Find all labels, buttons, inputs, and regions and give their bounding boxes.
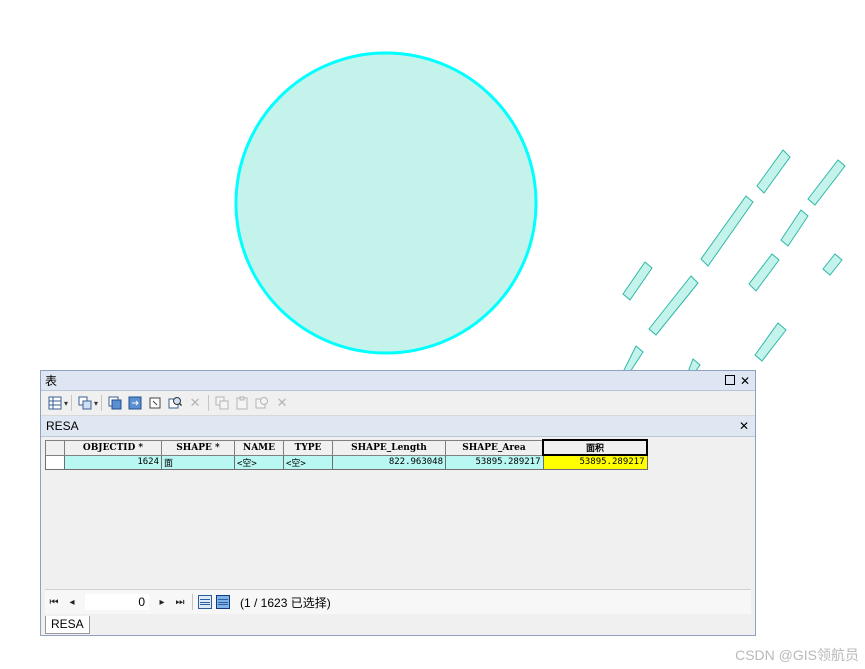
- select-by-attributes-icon: [108, 396, 122, 410]
- row-selector[interactable]: [45, 454, 65, 470]
- switch-selection-button[interactable]: [127, 395, 143, 411]
- table-options-icon: [48, 396, 62, 410]
- highlighted-cell[interactable]: 53895.289217: [542, 454, 648, 470]
- bottom-table-tab[interactable]: RESA: [45, 616, 90, 634]
- paste-icon: [236, 396, 248, 410]
- road-segment: [700, 195, 754, 267]
- selected-circle-feature[interactable]: [234, 51, 538, 355]
- maximize-icon: [725, 374, 735, 385]
- table-window: 表 ✕ ▾ ▾ ✕ ✕ RESA ✕ OBJECTID * SHAPE * NA…: [40, 370, 756, 636]
- delete-icon: ✕: [276, 395, 288, 411]
- table-cell[interactable]: 面: [161, 454, 235, 470]
- table-cell[interactable]: <空>: [283, 454, 333, 470]
- toolbar-separator: [101, 395, 103, 411]
- column-header[interactable]: TYPE: [283, 439, 333, 456]
- row-selector-header[interactable]: [45, 439, 65, 456]
- related-tables-dropdown-icon[interactable]: ▾: [94, 399, 98, 408]
- column-header[interactable]: NAME: [234, 439, 284, 456]
- table-cell[interactable]: 822.963048: [332, 454, 446, 470]
- road-segment-features[interactable]: [622, 149, 846, 373]
- close-icon: ✕: [738, 419, 750, 433]
- column-header[interactable]: SHAPE_Length: [332, 439, 446, 456]
- table-options-dropdown-icon[interactable]: ▾: [64, 399, 68, 408]
- delete-selected-icon: ✕: [189, 395, 201, 411]
- table-row[interactable]: 1624 面 <空> <空> 822.963048 53895.289217 5…: [45, 454, 648, 470]
- previous-record-button[interactable]: ◂: [64, 594, 80, 610]
- copy-button[interactable]: [214, 395, 230, 411]
- next-record-button[interactable]: ▸: [154, 594, 170, 610]
- show-all-records-button[interactable]: [198, 595, 212, 609]
- first-record-icon: ⏮: [49, 596, 59, 608]
- related-tables-button[interactable]: [77, 395, 93, 411]
- related-tables-icon: [78, 396, 92, 410]
- paste-button[interactable]: [234, 395, 250, 411]
- close-window-button[interactable]: ✕: [739, 375, 751, 387]
- table-header-row: OBJECTID * SHAPE * NAME TYPE SHAPE_Lengt…: [45, 439, 648, 456]
- table-cell[interactable]: <空>: [234, 454, 284, 470]
- zoom-to-selected-icon: [168, 397, 183, 409]
- road-segment: [822, 253, 843, 276]
- maximize-button[interactable]: [724, 374, 736, 387]
- table-tab-name: RESA: [46, 419, 79, 433]
- column-header[interactable]: SHAPE_Area: [445, 439, 544, 456]
- road-segment: [756, 149, 791, 194]
- road-segment: [648, 275, 699, 336]
- watermark: CSDN @GIS领航员: [735, 647, 859, 663]
- selection-status: (1 / 1623 已选择): [240, 595, 331, 610]
- selected-column-header[interactable]: 面积: [542, 439, 648, 456]
- road-segment: [754, 322, 787, 362]
- table-window-title: 表: [45, 374, 58, 388]
- clear-selection-button[interactable]: [147, 395, 163, 411]
- table-tab-header: RESA ✕: [41, 416, 755, 437]
- close-icon: ✕: [739, 373, 751, 388]
- column-header[interactable]: OBJECTID *: [64, 439, 162, 456]
- road-segment: [780, 209, 809, 247]
- toolbar-separator: [208, 395, 210, 411]
- select-by-attributes-button[interactable]: [107, 395, 123, 411]
- toolbar-separator: [71, 395, 73, 411]
- table-cell[interactable]: 53895.289217: [445, 454, 544, 470]
- table-cell[interactable]: 1624: [64, 454, 162, 470]
- copy-selected-icon: [255, 397, 269, 409]
- road-segment: [748, 253, 780, 292]
- previous-record-icon: ◂: [69, 596, 75, 608]
- delete-button[interactable]: ✕: [274, 395, 290, 411]
- show-selected-records-button[interactable]: [216, 595, 230, 609]
- navigator-separator: [192, 594, 193, 610]
- attribute-table-area[interactable]: OBJECTID * SHAPE * NAME TYPE SHAPE_Lengt…: [45, 439, 751, 585]
- table-window-titlebar: 表 ✕: [41, 371, 755, 391]
- table-options-button[interactable]: [47, 395, 63, 411]
- close-tab-button[interactable]: ✕: [738, 420, 750, 432]
- copy-icon: [215, 396, 229, 410]
- attribute-table: OBJECTID * SHAPE * NAME TYPE SHAPE_Lengt…: [45, 439, 648, 470]
- delete-selected-button[interactable]: ✕: [187, 395, 203, 411]
- road-segment: [622, 261, 653, 301]
- first-record-button[interactable]: ⏮: [46, 594, 62, 610]
- column-header[interactable]: SHAPE *: [161, 439, 235, 456]
- switch-selection-icon: [128, 396, 142, 410]
- copy-selected-button[interactable]: [254, 395, 270, 411]
- last-record-button[interactable]: ⏭: [172, 594, 188, 610]
- table-toolbar: ▾ ▾ ✕ ✕: [41, 391, 755, 416]
- road-segment: [807, 159, 846, 206]
- zoom-to-selected-button[interactable]: [167, 395, 183, 411]
- last-record-icon: ⏭: [175, 596, 185, 608]
- clear-selection-icon: [149, 397, 161, 409]
- record-navigator: ⏮ ◂ 0 ▸ ⏭ (1 / 1623 已选择): [45, 589, 751, 614]
- record-number-input[interactable]: 0: [85, 594, 149, 610]
- road-segment: [622, 345, 644, 373]
- next-record-icon: ▸: [159, 596, 165, 608]
